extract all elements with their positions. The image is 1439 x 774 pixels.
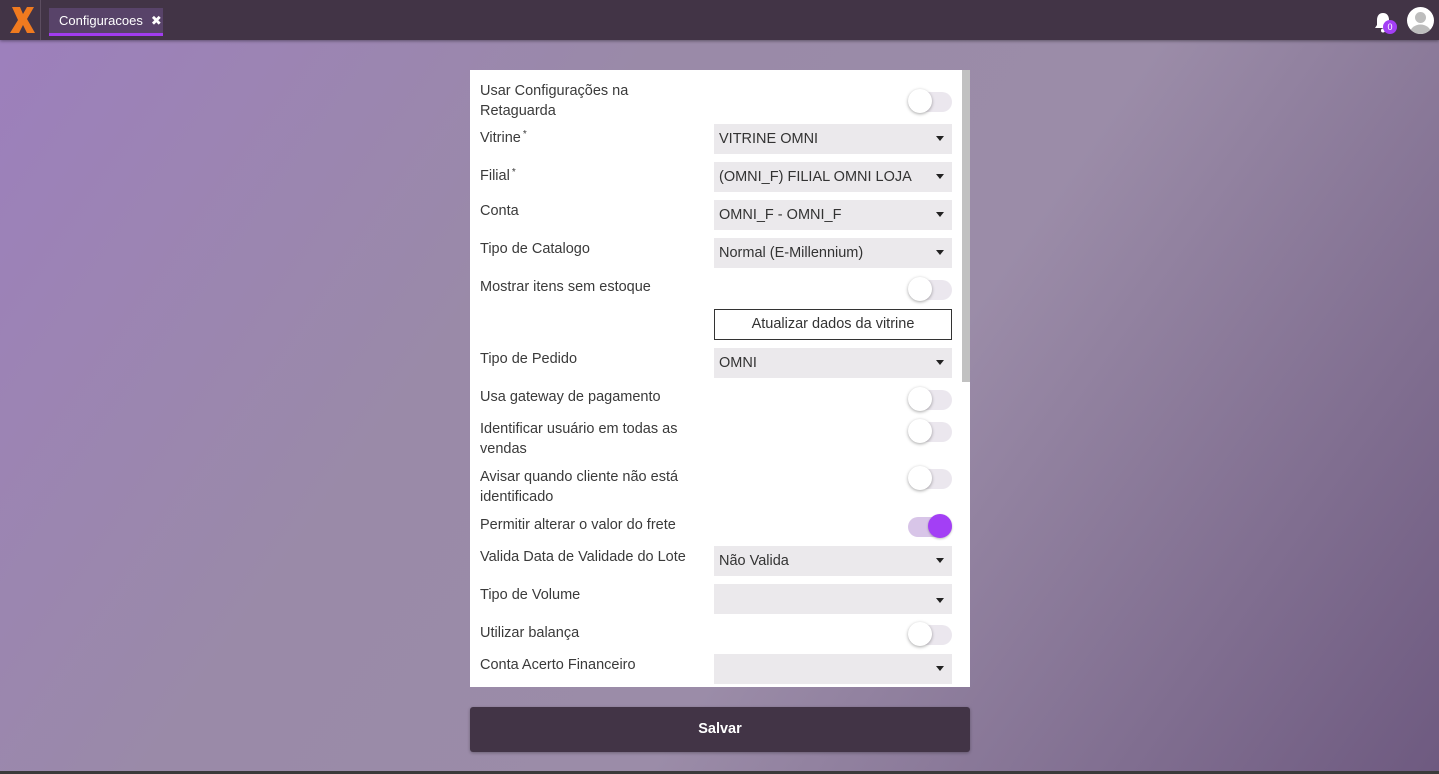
identificar-toggle[interactable] [908,419,952,443]
panel-scrollbar[interactable] [962,70,970,382]
valida-lote-select[interactable]: Não Valida [714,546,952,576]
vitrine-label: Vitrine * [480,129,527,146]
notification-badge: 0 [1383,20,1397,34]
logo-icon[interactable] [8,5,36,35]
gateway-label: Usa gateway de pagamento [480,389,661,405]
avisar-toggle[interactable] [908,466,952,490]
filial-label: Filial * [480,167,516,184]
caret-down-icon [936,174,944,179]
conta-value: OMNI_F - OMNI_F [719,207,842,223]
toggle-knob [908,622,932,646]
caret-down-icon [936,598,944,603]
filial-value: (OMNI_F) FILIAL OMNI LOJA [719,169,912,185]
conta-label: Conta [480,203,519,219]
tipo-pedido-label: Tipo de Pedido [480,351,578,367]
toggle-knob [908,387,932,411]
usar-config-label: Usar Configurações na Retaguarda [480,83,629,119]
avatar[interactable] [1407,7,1434,34]
toggle-knob [928,514,952,538]
required-marker: * [511,167,516,178]
mostrar-itens-toggle[interactable] [908,277,952,301]
caret-down-icon [936,136,944,141]
required-marker: * [522,129,527,140]
divider [40,0,41,40]
caret-down-icon [936,360,944,365]
identificar-label: Identificar usuário em todas as vendas [480,421,678,457]
balanca-label: Utilizar balança [480,625,580,641]
top-bar: Configuracoes ✖ 0 [0,0,1439,40]
caret-down-icon [936,250,944,255]
close-icon[interactable]: ✖ [151,13,162,29]
tab-label: Configuracoes [59,13,143,28]
save-button[interactable]: Salvar [470,707,970,752]
frete-label: Permitir alterar o valor do frete [480,517,676,533]
tipo-catalogo-value: Normal (E-Millennium) [719,245,864,261]
caret-down-icon [936,558,944,563]
tipo-catalogo-label: Tipo de Catalogo [480,241,590,257]
gateway-toggle[interactable] [908,387,952,411]
caret-down-icon [936,666,944,671]
tab-configuracoes[interactable]: Configuracoes ✖ [49,8,163,36]
tipo-pedido-value: OMNI [719,355,757,371]
tipo-pedido-select[interactable]: OMNI [714,348,952,378]
valida-lote-label: Valida Data de Validade do Lote [480,549,686,565]
vitrine-select[interactable]: VITRINE OMNI [714,124,952,154]
caret-down-icon [936,212,944,217]
settings-panel: Usar Configurações na Retaguarda Vitrine… [470,70,970,687]
toggle-knob [908,277,932,301]
conta-acerto-select[interactable] [714,654,952,684]
balanca-toggle[interactable] [908,622,952,646]
atualizar-vitrine-button[interactable]: Atualizar dados da vitrine [714,309,952,340]
conta-acerto-label: Conta Acerto Financeiro [480,657,636,673]
vitrine-value: VITRINE OMNI [719,131,819,147]
valida-lote-value: Não Valida [719,553,789,569]
filial-select[interactable]: (OMNI_F) FILIAL OMNI LOJA [714,162,952,192]
user-icon [1410,12,1431,34]
toggle-knob [908,466,932,490]
avisar-label: Avisar quando cliente não está identific… [480,469,679,505]
tipo-volume-select[interactable] [714,584,952,614]
toggle-knob [908,419,932,443]
conta-select[interactable]: OMNI_F - OMNI_F [714,200,952,230]
toggle-knob [908,89,932,113]
frete-toggle[interactable] [908,514,952,538]
mostrar-itens-label: Mostrar itens sem estoque [480,279,651,295]
tipo-volume-label: Tipo de Volume [480,587,581,603]
usar-config-toggle[interactable] [908,89,952,113]
tipo-catalogo-select[interactable]: Normal (E-Millennium) [714,238,952,268]
